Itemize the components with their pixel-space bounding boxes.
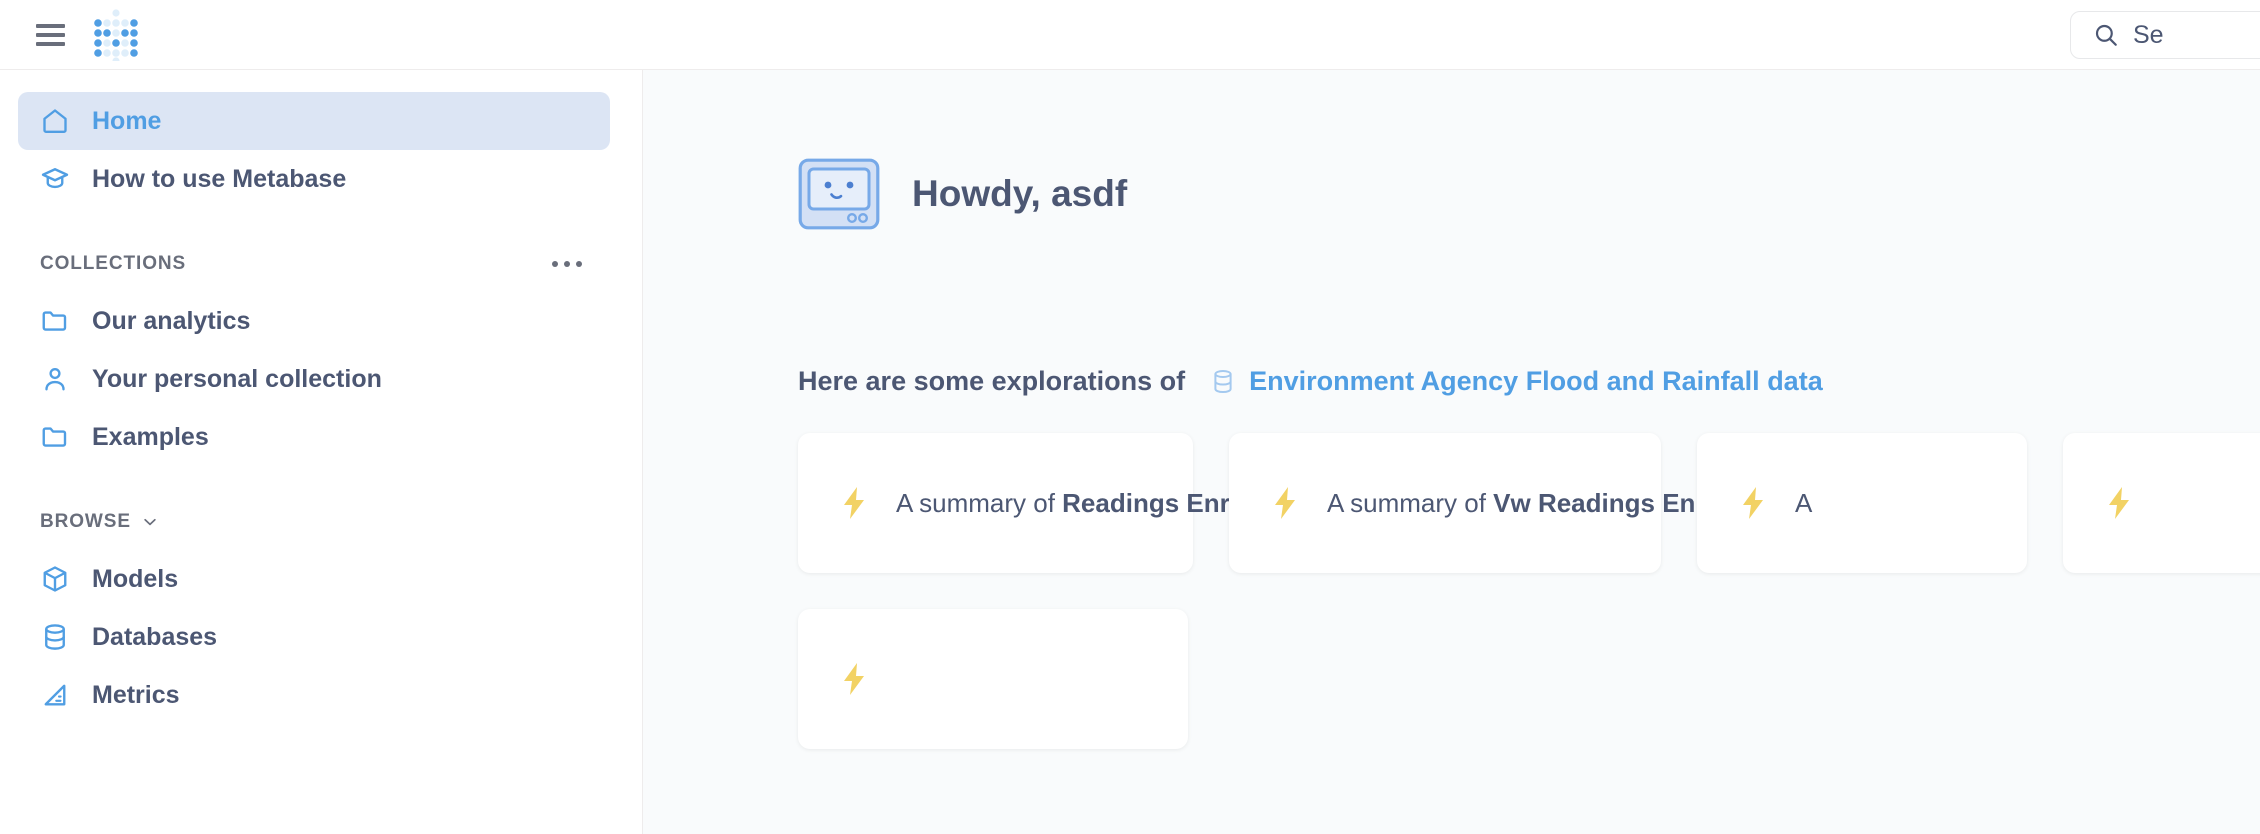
sidebar-item-examples[interactable]: Examples	[18, 408, 610, 466]
sidebar-item-databases[interactable]: Databases	[18, 608, 610, 666]
search-container: Se	[2070, 11, 2260, 59]
browse-section-header[interactable]: BROWSE	[18, 500, 610, 544]
bolt-icon	[1743, 487, 1763, 519]
bolt-icon	[1275, 487, 1295, 519]
browse-heading-wrap: BROWSE	[40, 511, 159, 533]
sidebar-item-label: Examples	[92, 422, 209, 451]
card-prefix: A	[1795, 487, 1813, 518]
card-prefix: A summary of	[1327, 487, 1494, 518]
greeting-block: Howdy, asdf	[798, 158, 2260, 230]
chevron-down-icon[interactable]	[141, 513, 159, 531]
ellipsis-dot	[576, 261, 582, 267]
sidebar-item-label: How to use Metabase	[92, 164, 347, 193]
search-placeholder-text: Se	[2133, 20, 2164, 49]
sidebar-item-label: Models	[92, 564, 179, 593]
sidebar-navigation: Home How to use Metabase COLLECTIONS Our…	[0, 70, 643, 834]
hamburger-bar	[36, 23, 65, 28]
sidebar-item-label: Our analytics	[92, 306, 251, 335]
hamburger-menu-icon[interactable]	[36, 20, 66, 50]
sidebar-item-metrics[interactable]: Metrics	[18, 666, 610, 724]
sidebar-item-label: Your personal collection	[92, 364, 382, 393]
search-input[interactable]: Se	[2070, 11, 2260, 59]
sidebar-item-your-personal-collection[interactable]: Your personal collection	[18, 350, 610, 408]
exploration-card[interactable]: A	[1697, 433, 2027, 573]
collections-more-options-icon[interactable]	[546, 255, 588, 273]
smiling-computer-avatar-icon	[798, 158, 880, 230]
hamburger-bar	[36, 32, 65, 37]
app-body: Home How to use Metabase COLLECTIONS Our…	[0, 70, 2260, 834]
bolt-icon	[844, 487, 864, 519]
exploration-cards-grid: A summary of Readings Enriched A summary…	[798, 433, 2260, 749]
database-icon	[45, 624, 65, 650]
exploration-card-title: A	[1795, 488, 1812, 519]
sidebar-item-label: Databases	[92, 622, 218, 651]
folder-icon	[42, 311, 67, 331]
model-cube-icon	[43, 566, 67, 592]
explorations-header-row: Here are some explorations of Environmen…	[798, 366, 2260, 397]
ellipsis-dot	[564, 261, 570, 267]
metabase-logo-dots-icon[interactable]	[90, 8, 142, 61]
browse-heading: BROWSE	[40, 511, 131, 532]
person-icon	[45, 367, 65, 391]
metrics-icon	[44, 684, 66, 706]
collections-heading: COLLECTIONS	[40, 253, 187, 274]
bolt-icon	[2109, 487, 2129, 519]
exploration-card[interactable]	[2063, 433, 2260, 573]
top-navigation-bar: Se	[0, 0, 2260, 70]
exploration-card[interactable]	[798, 609, 1188, 749]
sidebar-item-home[interactable]: Home	[18, 92, 610, 150]
database-icon	[1214, 369, 1232, 393]
sidebar-item-how-to-use-metabase[interactable]: How to use Metabase	[18, 150, 610, 208]
exploration-card[interactable]: A summary of Readings Enriched	[798, 433, 1298, 573]
home-icon	[43, 109, 67, 133]
metabase-app: Se Home How to use Metabase COLLECTIONS …	[0, 0, 2260, 834]
bolt-icon	[844, 663, 864, 695]
ellipsis-dot	[552, 261, 558, 267]
exploration-card[interactable]: A summary of Vw Readings Enriched	[1229, 433, 1773, 573]
sidebar-item-label: Home	[92, 106, 162, 135]
explorations-label: Here are some explorations of	[798, 366, 1186, 396]
sidebar-item-our-analytics[interactable]: Our analytics	[18, 292, 610, 350]
database-link[interactable]: Environment Agency Flood and Rainfall da…	[1211, 366, 1823, 397]
database-name: Environment Agency Flood and Rainfall da…	[1249, 366, 1823, 396]
folder-icon	[42, 427, 67, 447]
card-prefix: A summary of	[896, 487, 1063, 518]
sidebar-item-label: Metrics	[92, 680, 180, 709]
hamburger-bar	[36, 41, 65, 46]
sidebar-item-models[interactable]: Models	[18, 550, 610, 608]
main-content-area: Howdy, asdf Here are some explorations o…	[643, 70, 2260, 834]
greeting-text: Howdy, asdf	[912, 173, 1128, 214]
collections-section-header: COLLECTIONS	[18, 242, 610, 286]
search-icon	[2095, 24, 2117, 46]
graduation-cap-icon	[41, 168, 69, 189]
